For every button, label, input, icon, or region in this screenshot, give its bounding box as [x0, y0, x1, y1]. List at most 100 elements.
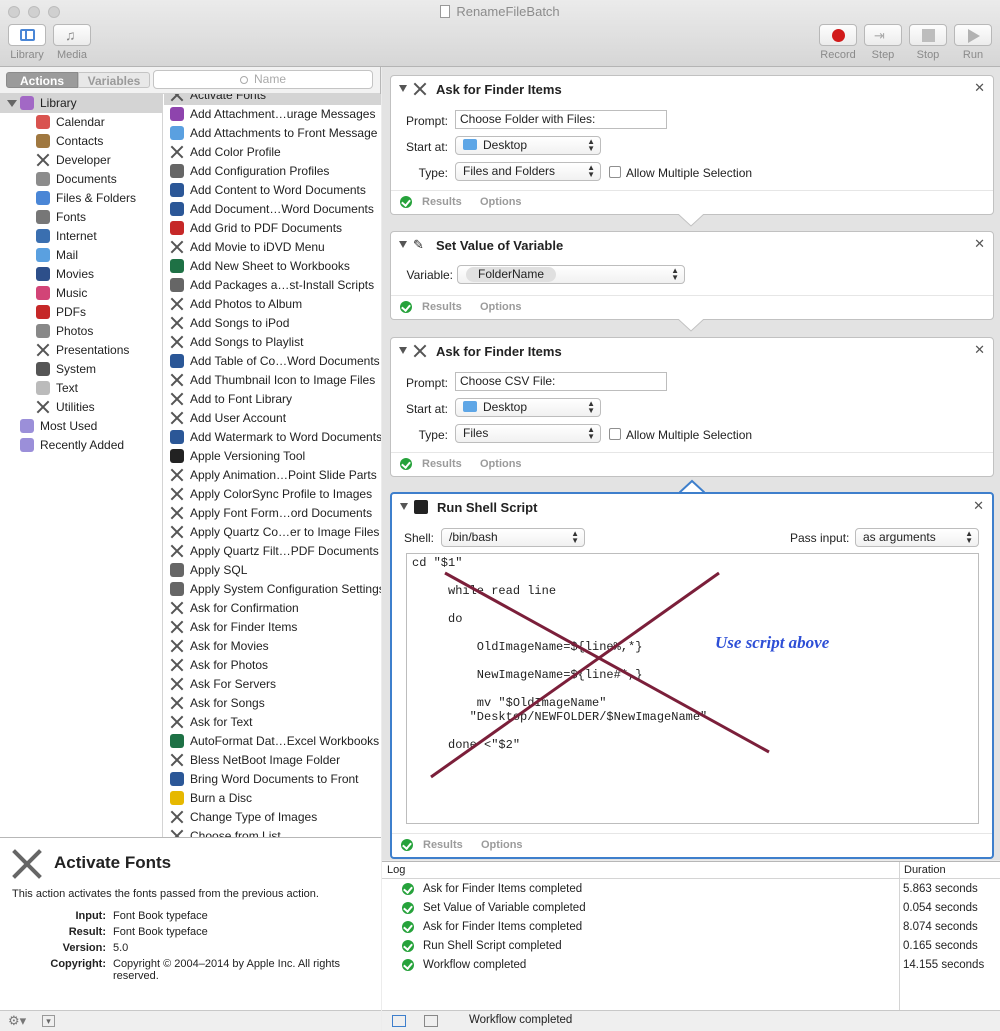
- log-row[interactable]: Workflow completed 14.155 seconds: [382, 956, 1000, 975]
- action-list-item[interactable]: Ask for Songs: [164, 694, 381, 713]
- category-item[interactable]: Fonts: [0, 208, 162, 227]
- media-button[interactable]: ♫ Media: [52, 24, 92, 61]
- tab-variables[interactable]: Variables: [78, 72, 150, 88]
- log-row[interactable]: Ask for Finder Items completed 8.074 seco…: [382, 918, 1000, 937]
- category-item[interactable]: Photos: [0, 322, 162, 341]
- close-icon[interactable]: ✕: [974, 236, 985, 252]
- results-tab[interactable]: Results: [422, 196, 462, 208]
- record-button[interactable]: Record: [817, 24, 859, 61]
- close-icon[interactable]: ✕: [974, 342, 985, 358]
- category-item[interactable]: Developer: [0, 151, 162, 170]
- options-tab[interactable]: Options: [480, 196, 522, 208]
- action-list-item[interactable]: Add Color Profile: [164, 143, 381, 162]
- library-root-item[interactable]: Library: [0, 94, 162, 113]
- category-item[interactable]: Internet: [0, 227, 162, 246]
- category-item[interactable]: Presentations: [0, 341, 162, 360]
- results-tab[interactable]: Results: [422, 458, 462, 470]
- collapse-triangle-icon[interactable]: [399, 85, 407, 92]
- action-list-item[interactable]: Ask for Movies: [164, 637, 381, 656]
- duration-column-header[interactable]: Duration: [904, 864, 946, 876]
- action-list-item[interactable]: Add New Sheet to Workbooks: [164, 257, 381, 276]
- action-list-item[interactable]: Ask for Photos: [164, 656, 381, 675]
- category-item[interactable]: Files & Folders: [0, 189, 162, 208]
- show-variables-icon[interactable]: [424, 1015, 438, 1027]
- action-list-item[interactable]: Add Watermark to Word Documents: [164, 428, 381, 447]
- smart-group-item[interactable]: Most Used: [0, 417, 162, 436]
- options-tab[interactable]: Options: [480, 301, 522, 313]
- smart-group-item[interactable]: Recently Added: [0, 436, 162, 455]
- collapse-triangle-icon[interactable]: [399, 241, 407, 248]
- action-set-value-of-variable[interactable]: ✎ Set Value of Variable ✕ Variable: Fold…: [390, 231, 994, 320]
- shell-popup[interactable]: /bin/bash ▲ ▼: [441, 528, 585, 547]
- category-item[interactable]: Mail: [0, 246, 162, 265]
- action-list-item[interactable]: Bring Word Documents to Front: [164, 770, 381, 789]
- toggle-description-button[interactable]: ▾: [42, 1015, 55, 1027]
- results-tab[interactable]: Results: [423, 839, 463, 851]
- action-ask-for-finder-items-2[interactable]: Ask for Finder Items ✕ Prompt: Choose CS…: [390, 337, 994, 477]
- action-list-item[interactable]: Add Content to Word Documents: [164, 181, 381, 200]
- action-list-item[interactable]: Apple Versioning Tool: [164, 447, 381, 466]
- run-button[interactable]: Run: [953, 24, 993, 61]
- action-ask-for-finder-items-1[interactable]: Ask for Finder Items ✕ Prompt: Choose Fo…: [390, 75, 994, 215]
- stop-button[interactable]: Stop: [908, 24, 948, 61]
- action-list-item[interactable]: Apply SQL: [164, 561, 381, 580]
- collapse-triangle-icon[interactable]: [400, 503, 408, 510]
- action-list-item[interactable]: Add Thumbnail Icon to Image Files: [164, 371, 381, 390]
- action-list-item[interactable]: Bless NetBoot Image Folder: [164, 751, 381, 770]
- action-list-item[interactable]: Ask for Confirmation: [164, 599, 381, 618]
- action-list-item[interactable]: Add Attachment…urage Messages: [164, 105, 381, 124]
- options-tab[interactable]: Options: [480, 458, 522, 470]
- action-list-item[interactable]: Add Photos to Album: [164, 295, 381, 314]
- close-icon[interactable]: ✕: [974, 80, 985, 96]
- step-button[interactable]: ⇥ Step: [863, 24, 903, 61]
- action-list-item[interactable]: Apply System Configuration Settings: [164, 580, 381, 599]
- variable-popup[interactable]: FolderName ▲ ▼: [457, 265, 685, 284]
- action-list-item[interactable]: Burn a Disc: [164, 789, 381, 808]
- prompt-field[interactable]: Choose Folder with Files:: [455, 110, 667, 129]
- action-list-item[interactable]: Add Document…Word Documents: [164, 200, 381, 219]
- category-item[interactable]: Contacts: [0, 132, 162, 151]
- start-at-popup[interactable]: Desktop ▲ ▼: [455, 136, 601, 155]
- results-tab[interactable]: Results: [422, 301, 462, 313]
- library-button[interactable]: Library: [7, 24, 47, 61]
- log-row[interactable]: Run Shell Script completed 0.165 seconds: [382, 937, 1000, 956]
- action-list-item[interactable]: Add Songs to Playlist: [164, 333, 381, 352]
- category-item[interactable]: Documents: [0, 170, 162, 189]
- gear-icon[interactable]: ⚙▾: [8, 1013, 26, 1029]
- action-list-item[interactable]: Apply Animation…Point Slide Parts: [164, 466, 381, 485]
- disclosure-triangle-icon[interactable]: [7, 100, 17, 107]
- tab-actions[interactable]: Actions: [6, 72, 78, 88]
- action-list-item[interactable]: Apply Font Form…ord Documents: [164, 504, 381, 523]
- allow-multiple-checkbox[interactable]: [609, 166, 621, 178]
- action-list-item[interactable]: Add Packages a…st-Install Scripts: [164, 276, 381, 295]
- action-list-item[interactable]: Ask for Finder Items: [164, 618, 381, 637]
- pass-input-popup[interactable]: as arguments ▲ ▼: [855, 528, 979, 547]
- action-list-item[interactable]: Add Attachments to Front Message: [164, 124, 381, 143]
- action-list-item[interactable]: Add Songs to iPod: [164, 314, 381, 333]
- category-item[interactable]: Calendar: [0, 113, 162, 132]
- show-log-icon[interactable]: [392, 1015, 406, 1027]
- category-item[interactable]: PDFs: [0, 303, 162, 322]
- prompt-field[interactable]: Choose CSV File:: [455, 372, 667, 391]
- log-column-header[interactable]: Log: [387, 864, 405, 876]
- allow-multiple-checkbox[interactable]: [609, 428, 621, 440]
- action-list-item[interactable]: Apply Quartz Co…er to Image Files: [164, 523, 381, 542]
- category-item[interactable]: Text: [0, 379, 162, 398]
- action-list-item[interactable]: Choose from List: [164, 827, 381, 837]
- options-tab[interactable]: Options: [481, 839, 523, 851]
- action-list-item[interactable]: Add to Font Library: [164, 390, 381, 409]
- script-editor[interactable]: cd "$1" while read line do OldImageName=…: [406, 553, 979, 824]
- action-list-item[interactable]: Add User Account: [164, 409, 381, 428]
- action-list-item[interactable]: Activate Fonts: [164, 94, 381, 105]
- close-icon[interactable]: ✕: [973, 498, 984, 514]
- category-item[interactable]: Movies: [0, 265, 162, 284]
- action-run-shell-script[interactable]: Run Shell Script ✕ Shell: /bin/bash ▲ ▼ Pa…: [390, 492, 994, 859]
- search-input[interactable]: Name: [153, 70, 373, 89]
- log-row[interactable]: Ask for Finder Items completed 5.863 seco…: [382, 880, 1000, 899]
- type-popup[interactable]: Files ▲ ▼: [455, 424, 601, 443]
- action-list-item[interactable]: Change Type of Images: [164, 808, 381, 827]
- start-at-popup[interactable]: Desktop ▲ ▼: [455, 398, 601, 417]
- action-list-item[interactable]: Ask for Text: [164, 713, 381, 732]
- action-list-item[interactable]: Ask For Servers: [164, 675, 381, 694]
- collapse-triangle-icon[interactable]: [399, 347, 407, 354]
